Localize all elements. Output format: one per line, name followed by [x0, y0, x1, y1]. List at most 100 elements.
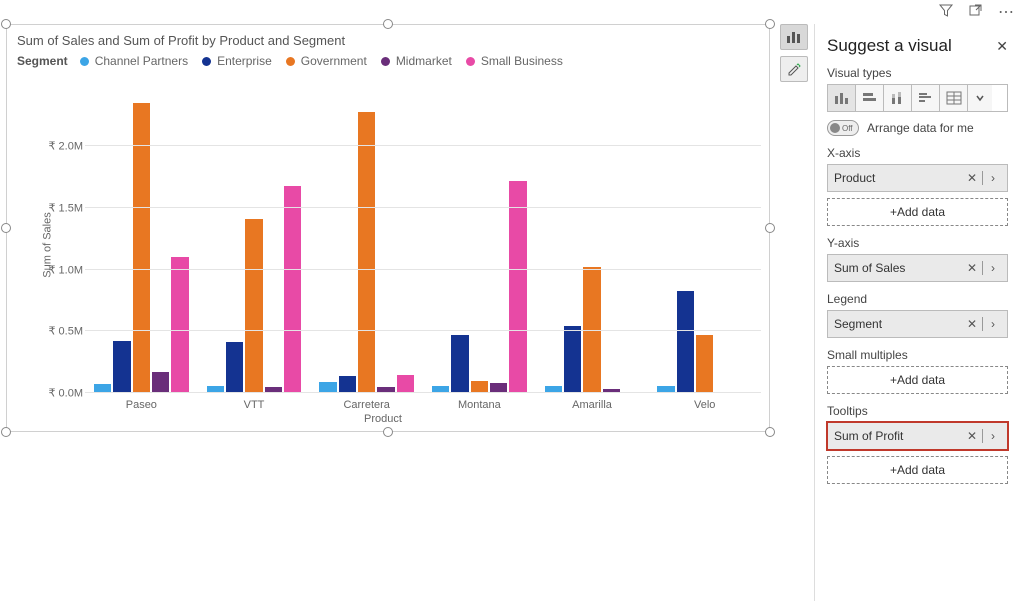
- bar-group: VTT: [198, 97, 311, 393]
- resize-handle-left[interactable]: [1, 223, 11, 233]
- bar[interactable]: [226, 342, 243, 393]
- field-well-legend[interactable]: Segment ✕ ›: [827, 310, 1008, 338]
- format-visual-tab[interactable]: [780, 56, 808, 82]
- x-tick-label: Amarilla: [536, 399, 649, 411]
- x-tick-label: Velo: [648, 399, 761, 411]
- legend-swatch[interactable]: [286, 57, 295, 66]
- y-tick-label: ₹ 2.0M: [41, 140, 83, 153]
- legend-item-label[interactable]: Enterprise: [217, 54, 272, 68]
- bar[interactable]: [171, 257, 188, 393]
- legend-item-label[interactable]: Government: [301, 54, 367, 68]
- bar[interactable]: [509, 181, 526, 393]
- legend-swatch[interactable]: [381, 57, 390, 66]
- bar[interactable]: [358, 112, 375, 393]
- grid-line: [85, 269, 761, 270]
- chart-visual[interactable]: Sum of Sales and Sum of Profit by Produc…: [6, 24, 770, 432]
- visual-type-more[interactable]: [968, 85, 992, 111]
- bar[interactable]: [397, 375, 414, 394]
- y-tick-label: ₹ 1.0M: [41, 263, 83, 276]
- legend-title: Segment: [17, 54, 68, 68]
- more-options-icon[interactable]: ⋯: [998, 2, 1014, 22]
- field-name: Sum of Profit: [834, 429, 964, 443]
- visual-types-picker: [827, 84, 1008, 112]
- grid-line: [85, 392, 761, 393]
- resize-handle-bottom[interactable]: [383, 427, 393, 437]
- y-tick-label: ₹ 0.5M: [41, 325, 83, 338]
- resize-handle-tl[interactable]: [1, 19, 11, 29]
- legend-item-label[interactable]: Channel Partners: [95, 54, 188, 68]
- y-tick-label: ₹ 1.5M: [41, 202, 83, 215]
- add-data-x-axis[interactable]: +Add data: [827, 198, 1008, 226]
- legend-item-label[interactable]: Small Business: [481, 54, 563, 68]
- resize-handle-tr[interactable]: [765, 19, 775, 29]
- field-well-tooltips[interactable]: Sum of Profit ✕ ›: [827, 422, 1008, 450]
- legend-swatch[interactable]: [202, 57, 211, 66]
- field-name: Product: [834, 171, 964, 185]
- visual-type-clustered-bar[interactable]: [912, 85, 940, 111]
- bar[interactable]: [245, 219, 262, 393]
- field-options-icon[interactable]: ›: [985, 429, 1001, 443]
- bar[interactable]: [677, 291, 694, 393]
- resize-handle-right[interactable]: [765, 223, 775, 233]
- bar-group: Montana: [423, 97, 536, 393]
- resize-handle-bl[interactable]: [1, 427, 11, 437]
- x-tick-label: Montana: [423, 399, 536, 411]
- filter-icon[interactable]: [938, 2, 954, 22]
- add-data-tooltips[interactable]: +Add data: [827, 456, 1008, 484]
- field-name: Segment: [834, 317, 964, 331]
- bar[interactable]: [339, 376, 356, 393]
- visual-type-table[interactable]: [940, 85, 968, 111]
- grid-line: [85, 207, 761, 208]
- bar[interactable]: [564, 326, 581, 393]
- chart-title: Sum of Sales and Sum of Profit by Produc…: [7, 25, 769, 52]
- legend-item-label[interactable]: Midmarket: [396, 54, 452, 68]
- bar[interactable]: [152, 372, 169, 393]
- visualization-tool-tabs: [780, 24, 808, 82]
- tooltips-label: Tooltips: [827, 404, 1008, 418]
- x-axis-title: Product: [7, 413, 759, 425]
- bar[interactable]: [696, 335, 713, 393]
- grid-line: [85, 330, 761, 331]
- bar[interactable]: [133, 103, 150, 393]
- bar[interactable]: [451, 335, 468, 393]
- bar-group: Velo: [648, 97, 761, 393]
- resize-handle-br[interactable]: [765, 427, 775, 437]
- remove-field-icon[interactable]: ✕: [964, 317, 980, 331]
- field-well-y-axis[interactable]: Sum of Sales ✕ ›: [827, 254, 1008, 282]
- remove-field-icon[interactable]: ✕: [964, 429, 980, 443]
- bar[interactable]: [113, 341, 130, 393]
- remove-field-icon[interactable]: ✕: [964, 261, 980, 275]
- close-icon[interactable]: ✕: [996, 38, 1008, 55]
- x-tick-label: VTT: [198, 399, 311, 411]
- visual-type-stacked-column[interactable]: [884, 85, 912, 111]
- grid-line: [85, 145, 761, 146]
- visual-type-clustered-column[interactable]: [828, 85, 856, 111]
- field-options-icon[interactable]: ›: [985, 317, 1001, 331]
- x-tick-label: Carretera: [310, 399, 423, 411]
- resize-handle-top[interactable]: [383, 19, 393, 29]
- field-options-icon[interactable]: ›: [985, 171, 1001, 185]
- bar-group: Amarilla: [536, 97, 649, 393]
- y-tick-label: ₹ 0.0M: [41, 387, 83, 400]
- visual-types-label: Visual types: [827, 66, 1008, 80]
- chart-legend: Segment Channel Partners Enterprise Govern…: [7, 52, 769, 72]
- remove-field-icon[interactable]: ✕: [964, 171, 980, 185]
- plot-area: Sum of Sales PaseoVTTCarreteraMontanaAma…: [35, 97, 761, 393]
- legend-swatch[interactable]: [466, 57, 475, 66]
- visual-type-stacked-bar[interactable]: [856, 85, 884, 111]
- x-tick-label: Paseo: [85, 399, 198, 411]
- arrange-data-toggle[interactable]: Off: [827, 120, 859, 136]
- build-visual-tab[interactable]: [780, 24, 808, 50]
- add-data-small-multiples[interactable]: +Add data: [827, 366, 1008, 394]
- y-axis-label: Y-axis: [827, 236, 1008, 250]
- bar[interactable]: [284, 186, 301, 393]
- arrange-data-label: Arrange data for me: [867, 121, 974, 135]
- field-well-x-axis[interactable]: Product ✕ ›: [827, 164, 1008, 192]
- popout-icon[interactable]: [968, 2, 984, 22]
- field-options-icon[interactable]: ›: [985, 261, 1001, 275]
- x-axis-label: X-axis: [827, 146, 1008, 160]
- small-multiples-label: Small multiples: [827, 348, 1008, 362]
- panel-title: Suggest a visual: [827, 36, 952, 56]
- legend-swatch[interactable]: [80, 57, 89, 66]
- visual-header-toolbar: ⋯: [938, 2, 1014, 22]
